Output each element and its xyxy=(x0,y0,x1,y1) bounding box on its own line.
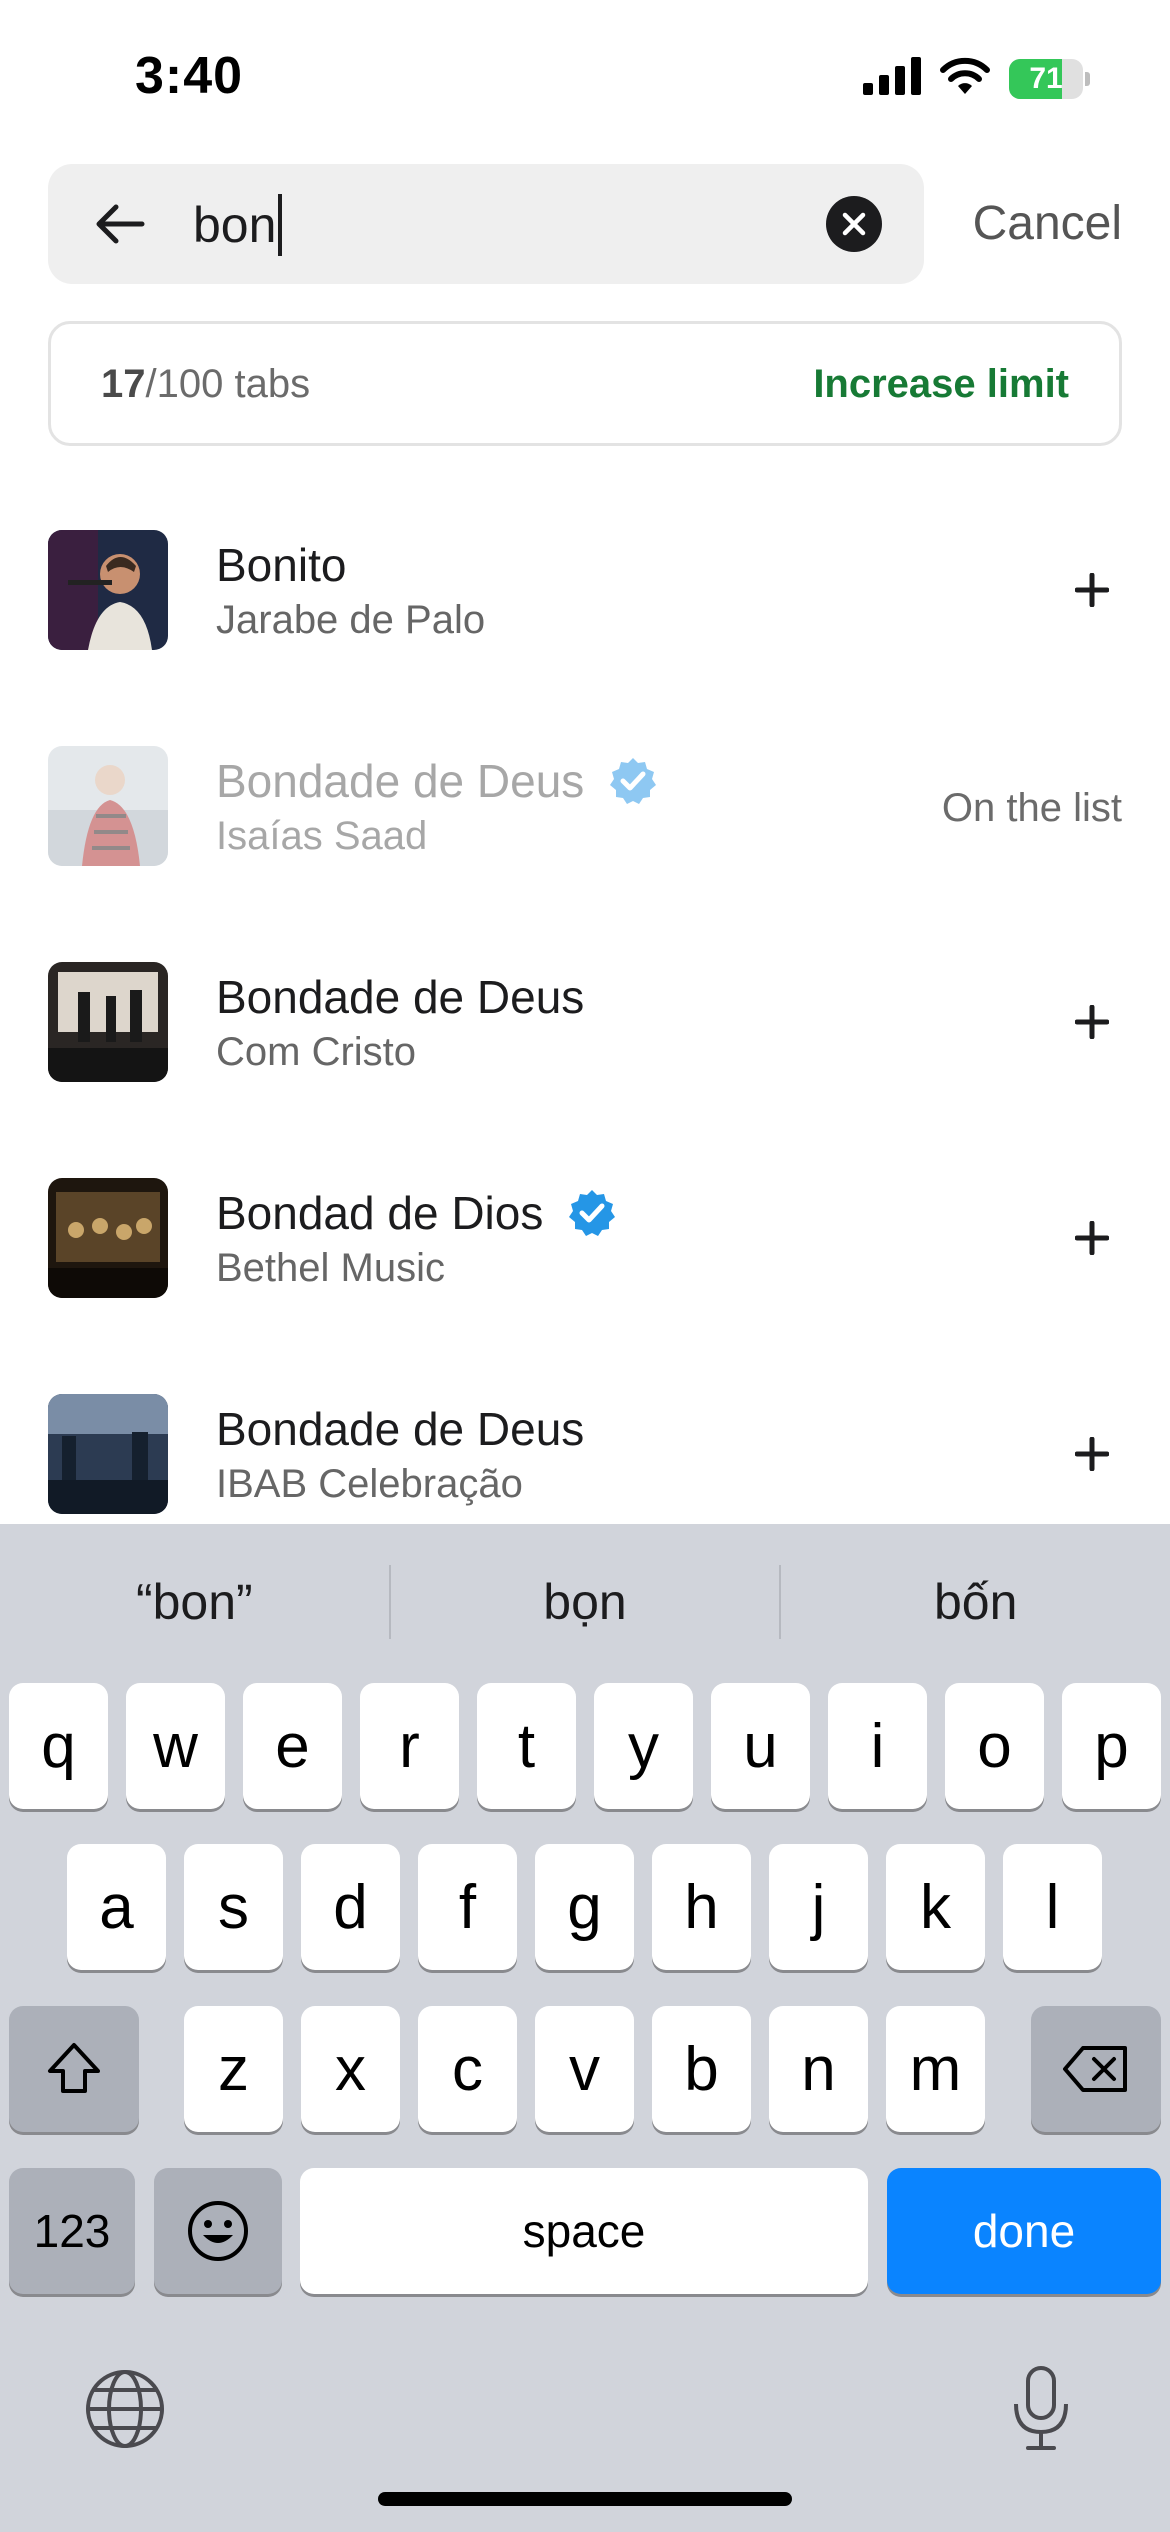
key-f[interactable]: f xyxy=(418,1844,517,1970)
key-q[interactable]: q xyxy=(9,1683,108,1809)
plus-icon[interactable] xyxy=(1062,560,1122,620)
keyboard-suggestions: “bon” bọn bốn xyxy=(0,1524,1170,1679)
tab-limit-banner: 17/100 tabs Increase limit xyxy=(48,321,1122,446)
key-n[interactable]: n xyxy=(769,2006,868,2132)
delete-key[interactable] xyxy=(1031,2006,1161,2132)
emoji-key[interactable] xyxy=(154,2168,282,2294)
arrow-left-icon[interactable] xyxy=(92,196,148,252)
result-row[interactable]: Bondad de Dios Bethel Music xyxy=(0,1178,1170,1394)
plus-icon[interactable] xyxy=(1062,1424,1122,1484)
album-art-thumbnail xyxy=(48,962,168,1082)
search-bar: bon xyxy=(48,164,924,284)
on-the-list-status: On the list xyxy=(941,786,1122,830)
key-a[interactable]: a xyxy=(67,1844,166,1970)
result-text: Bonito Jarabe de Palo xyxy=(216,536,485,643)
cellular-signal-icon xyxy=(863,57,921,100)
plus-icon[interactable] xyxy=(1062,992,1122,1052)
song-title: Bondade de Deus xyxy=(216,971,585,1023)
key-g[interactable]: g xyxy=(535,1844,634,1970)
song-title: Bondad de Dios xyxy=(216,1184,617,1242)
key-s[interactable]: s xyxy=(184,1844,283,1970)
key-b[interactable]: b xyxy=(652,2006,751,2132)
battery-level: 71 xyxy=(1029,61,1063,95)
tab-count: 17/100 tabs xyxy=(101,362,310,407)
song-title: Bondade de Deus xyxy=(216,752,658,810)
key-o[interactable]: o xyxy=(945,1683,1044,1809)
key-v[interactable]: v xyxy=(535,2006,634,2132)
artist-name: Com Cristo xyxy=(216,1030,417,1074)
status-bar: 3:40 71 xyxy=(0,0,1170,150)
song-title: Bondade de Deus xyxy=(216,1403,585,1455)
search-input[interactable]: bon xyxy=(193,194,283,256)
key-d[interactable]: d xyxy=(301,1844,400,1970)
verified-badge-icon xyxy=(569,1190,616,1236)
keyboard: “bon” bọn bốn q w e r t y u i o p a s d … xyxy=(0,1524,1170,2532)
key-k[interactable]: k xyxy=(886,1844,985,1970)
result-text: Bondade de Deus IBAB Celebração xyxy=(216,1400,584,1507)
battery-charging-icon: 71 xyxy=(1009,58,1090,99)
result-row[interactable]: Bonito Jarabe de Palo xyxy=(0,530,1170,746)
delete-icon xyxy=(1063,2046,1127,2092)
clear-circle-icon[interactable] xyxy=(826,196,882,252)
key-h[interactable]: h xyxy=(652,1844,751,1970)
key-p[interactable]: p xyxy=(1062,1683,1161,1809)
artist-name: Bethel Music xyxy=(216,1246,445,1290)
status-icons: 71 xyxy=(863,56,1090,101)
text-caret xyxy=(278,194,283,256)
home-indicator xyxy=(378,2492,792,2506)
status-time: 3:40 xyxy=(135,47,244,105)
cancel-button[interactable]: Cancel xyxy=(973,196,1122,251)
increase-limit-link[interactable]: Increase limit xyxy=(813,362,1069,407)
space-key[interactable]: space xyxy=(300,2168,868,2294)
key-z[interactable]: z xyxy=(184,2006,283,2132)
key-r[interactable]: r xyxy=(360,1683,459,1809)
key-w[interactable]: w xyxy=(126,1683,225,1809)
artist-name: IBAB Celebração xyxy=(216,1462,523,1506)
key-m[interactable]: m xyxy=(886,2006,985,2132)
key-e[interactable]: e xyxy=(243,1683,342,1809)
key-i[interactable]: i xyxy=(828,1683,927,1809)
result-text: Bondade de Deus Com Cristo xyxy=(216,968,584,1075)
album-art-thumbnail xyxy=(48,746,168,866)
album-art-thumbnail xyxy=(48,1394,168,1514)
plus-icon[interactable] xyxy=(1062,1208,1122,1268)
suggestion-item[interactable]: bọn xyxy=(391,1573,780,1631)
result-row[interactable]: Bondade de Deus Isaías Saad On the list xyxy=(0,746,1170,962)
album-art-thumbnail xyxy=(48,1178,168,1298)
key-u[interactable]: u xyxy=(711,1683,810,1809)
key-l[interactable]: l xyxy=(1003,1844,1102,1970)
tab-count-total: /100 tabs xyxy=(145,362,311,406)
suggestion-item[interactable]: “bon” xyxy=(0,1573,389,1631)
emoji-icon xyxy=(188,2201,248,2261)
microphone-icon[interactable] xyxy=(1010,2364,1072,2454)
shift-icon xyxy=(48,2043,100,2093)
key-j[interactable]: j xyxy=(769,1844,868,1970)
done-key[interactable]: done xyxy=(887,2168,1161,2294)
artist-name: Isaías Saad xyxy=(216,814,428,858)
key-t[interactable]: t xyxy=(477,1683,576,1809)
song-title: Bonito xyxy=(216,539,347,591)
globe-icon[interactable] xyxy=(84,2368,166,2450)
wifi-icon xyxy=(939,56,991,101)
key-c[interactable]: c xyxy=(418,2006,517,2132)
key-x[interactable]: x xyxy=(301,2006,400,2132)
verified-badge-icon xyxy=(610,758,657,804)
result-row[interactable]: Bondade de Deus Com Cristo xyxy=(0,962,1170,1178)
result-text: Bondade de Deus Isaías Saad xyxy=(216,752,658,859)
album-art-thumbnail xyxy=(48,530,168,650)
result-text: Bondad de Dios Bethel Music xyxy=(216,1184,617,1291)
key-y[interactable]: y xyxy=(594,1683,693,1809)
artist-name: Jarabe de Palo xyxy=(216,598,486,642)
shift-key[interactable] xyxy=(9,2006,139,2132)
tab-count-used: 17 xyxy=(101,362,146,406)
numbers-key[interactable]: 123 xyxy=(9,2168,135,2294)
search-query: bon xyxy=(193,197,277,253)
suggestion-item[interactable]: bốn xyxy=(781,1573,1170,1631)
